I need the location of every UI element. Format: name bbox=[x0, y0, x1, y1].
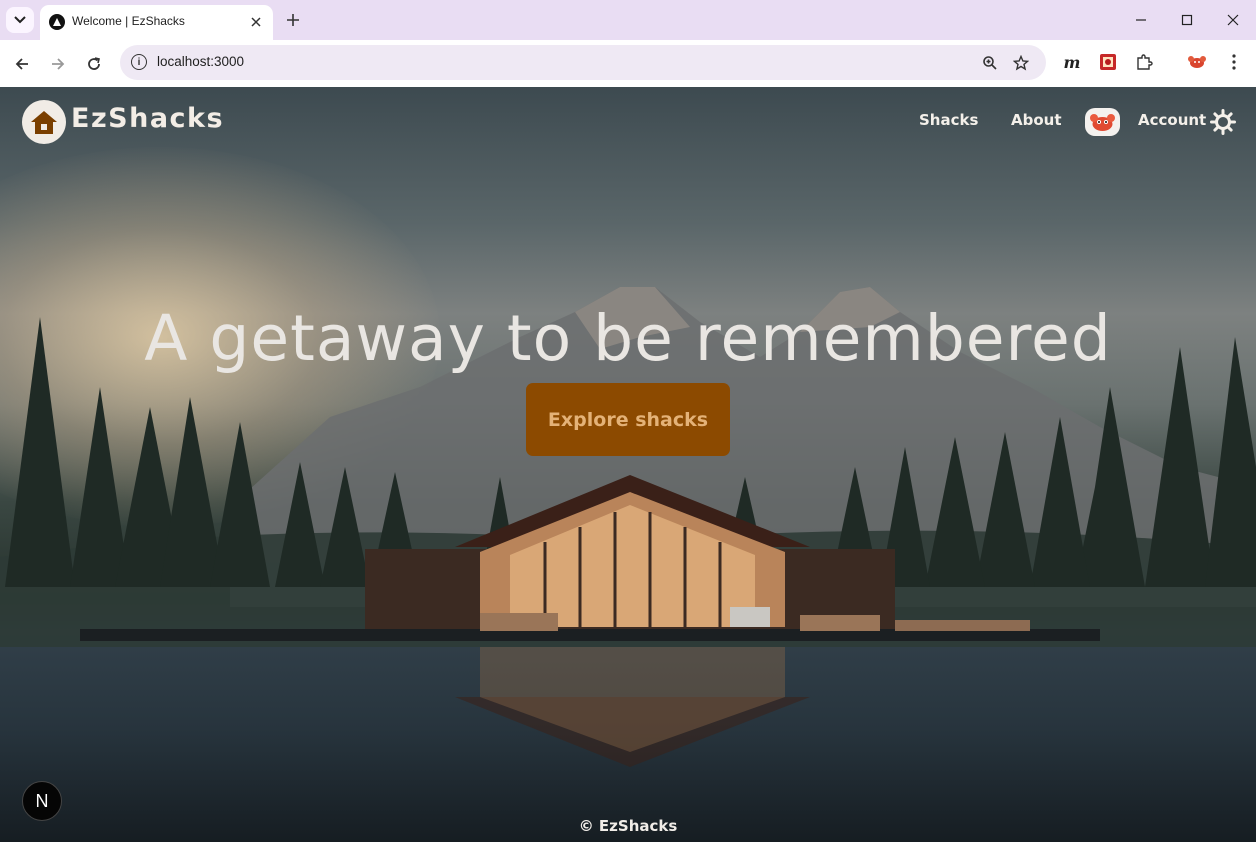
account-avatar-icon[interactable] bbox=[1085, 108, 1120, 136]
next-favicon-icon bbox=[49, 14, 65, 30]
info-icon[interactable]: i bbox=[131, 54, 147, 70]
home-logo-icon[interactable] bbox=[22, 100, 66, 144]
reload-icon[interactable] bbox=[82, 52, 106, 76]
plus-icon[interactable] bbox=[282, 9, 304, 31]
nav-link-shacks[interactable]: Shacks bbox=[919, 111, 978, 129]
explore-shacks-button[interactable]: Explore shacks bbox=[526, 383, 730, 456]
lake-area bbox=[0, 640, 1256, 842]
maximize-icon[interactable] bbox=[1176, 10, 1198, 30]
zoom-icon[interactable] bbox=[979, 52, 1001, 74]
url-text[interactable]: localhost:3000 bbox=[157, 54, 244, 69]
close-window-icon[interactable] bbox=[1222, 10, 1244, 30]
nav-link-about[interactable]: About bbox=[1011, 111, 1062, 129]
kebab-menu-icon[interactable] bbox=[1223, 51, 1245, 73]
theme-toggle-sun-icon[interactable] bbox=[1210, 109, 1236, 135]
hero-title: A getaway to be remembered bbox=[144, 302, 1112, 375]
minimize-icon[interactable] bbox=[1130, 10, 1152, 30]
tab-search-icon[interactable] bbox=[6, 7, 34, 33]
browser-tabstrip: Welcome | EzShacks bbox=[0, 0, 1256, 40]
footer-copyright: © EzShacks bbox=[578, 817, 678, 835]
profile-avatar-icon[interactable] bbox=[1186, 51, 1208, 73]
star-icon[interactable] bbox=[1010, 52, 1032, 74]
puzzle-icon[interactable] bbox=[1133, 51, 1155, 73]
close-icon[interactable] bbox=[247, 13, 265, 31]
site-navbar: EzShacks Shacks About Account bbox=[0, 87, 1256, 157]
nav-link-account[interactable]: Account bbox=[1138, 111, 1206, 129]
nextjs-dev-indicator-icon[interactable]: N bbox=[22, 781, 62, 821]
browser-tab[interactable]: Welcome | EzShacks bbox=[40, 5, 273, 40]
extension-red-icon[interactable] bbox=[1097, 51, 1119, 73]
extension-m-icon[interactable]: m bbox=[1061, 51, 1083, 73]
back-icon[interactable] bbox=[10, 52, 34, 76]
forward-icon[interactable] bbox=[46, 52, 70, 76]
landing-page: EzShacks Shacks About Account A getaway … bbox=[0, 87, 1256, 842]
address-bar[interactable]: i localhost:3000 bbox=[120, 45, 1046, 80]
tab-title: Welcome | EzShacks bbox=[72, 14, 185, 28]
brand-name[interactable]: EzShacks bbox=[71, 103, 224, 134]
